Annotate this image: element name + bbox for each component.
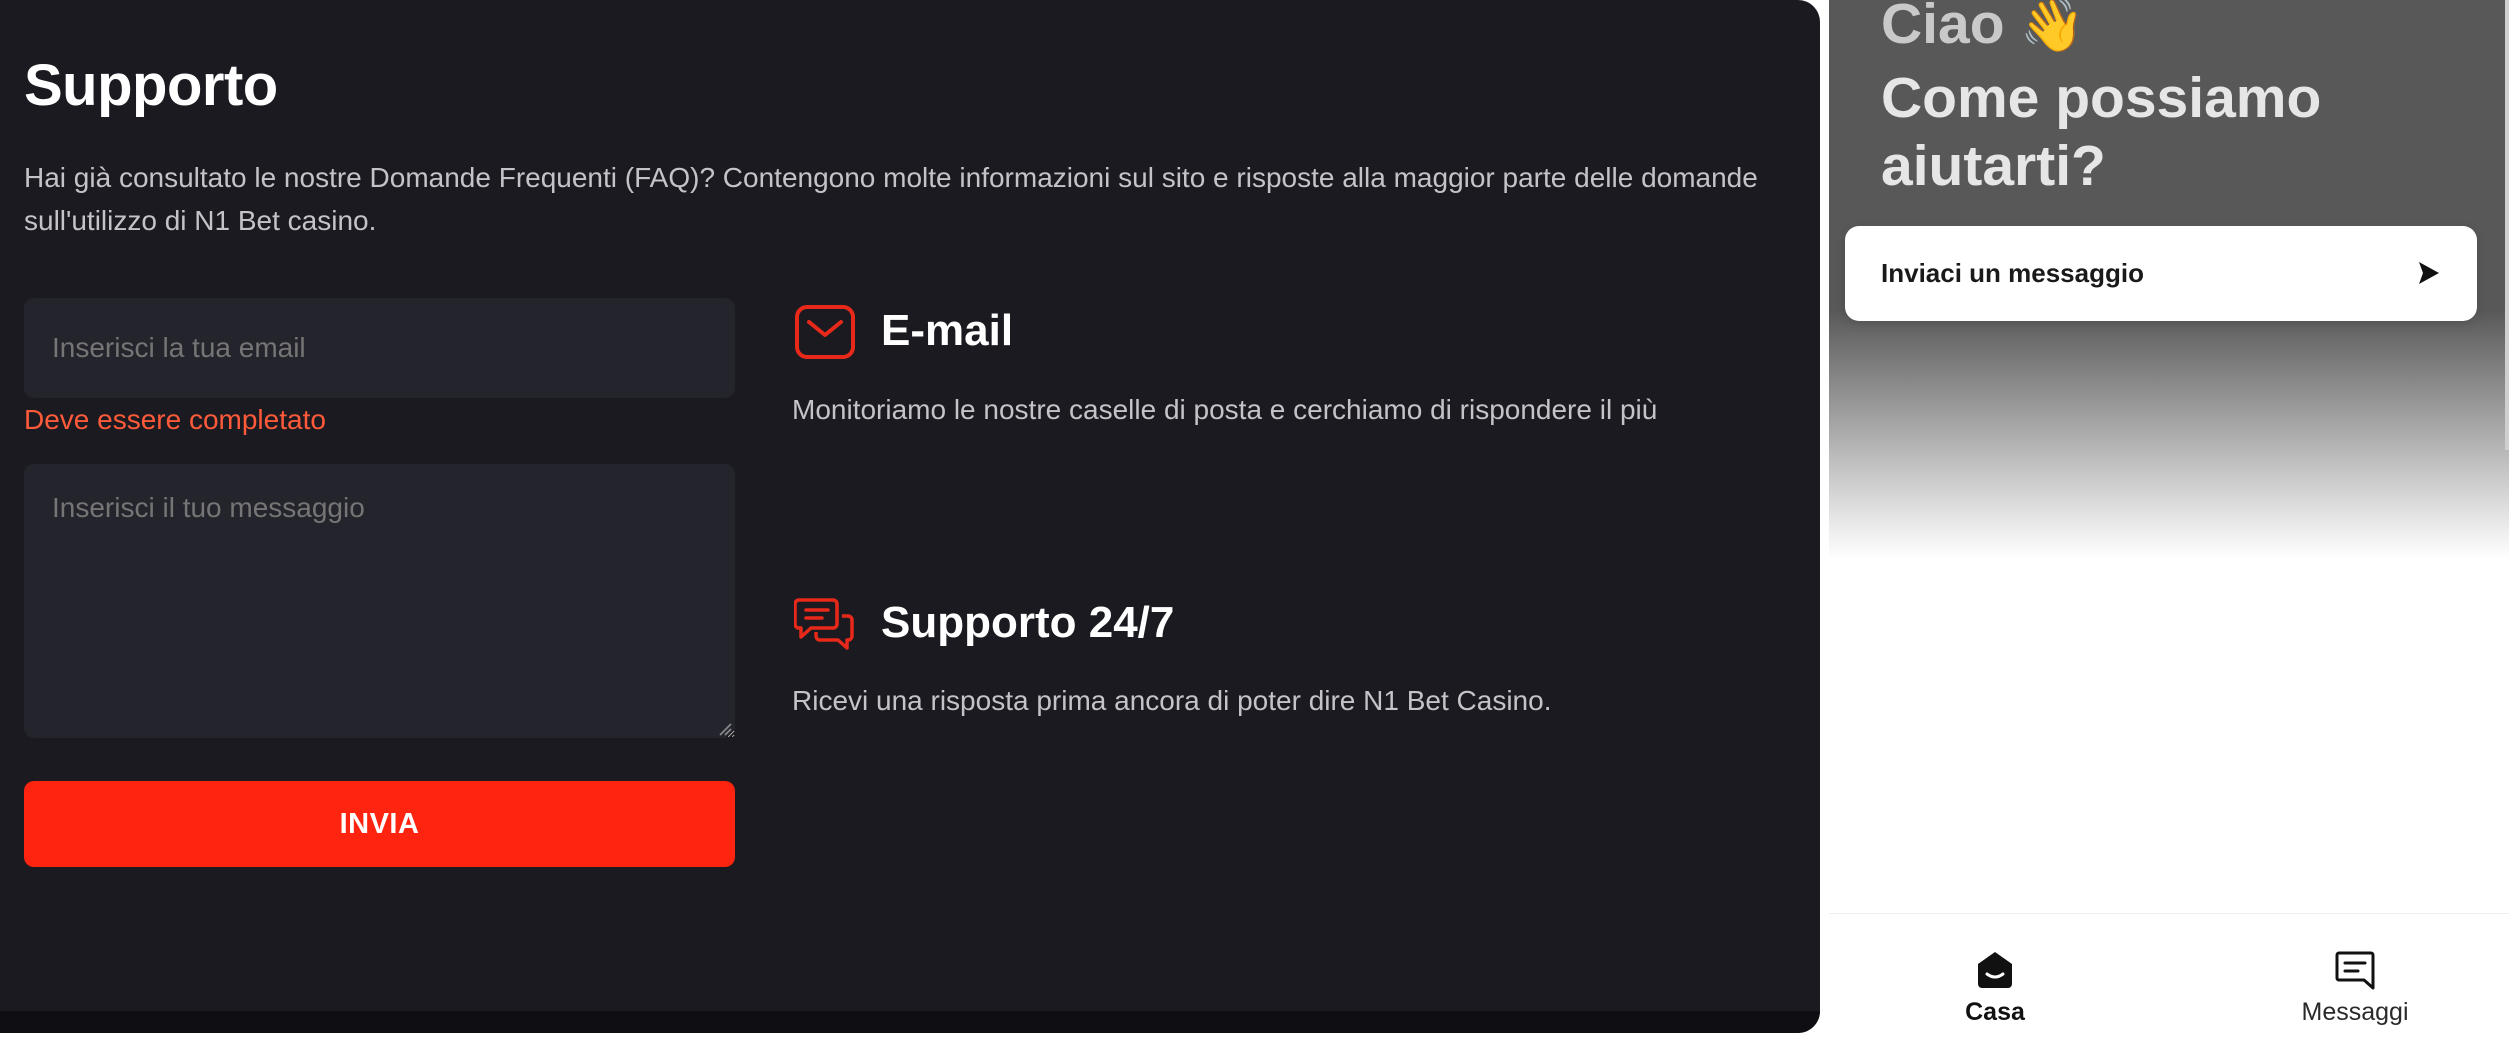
email-info-text: Monitoriamo le nostre caselle di posta e… [792, 394, 1658, 425]
nav-item-casa[interactable]: Casa [1895, 914, 2095, 1037]
email-info-title: E-mail [881, 306, 1014, 355]
nav-label-casa: Casa [1965, 998, 2025, 1026]
screen: Supporto Hai già consultato le nostre Do… [0, 0, 2509, 1037]
messages-icon [2335, 951, 2375, 990]
send-message-label: Inviaci un messaggio [1881, 258, 2144, 288]
page-title: Supporto [24, 53, 278, 118]
chat-widget: Ciao 👋 Come possiamo aiutarti? Inviaci u… [1829, 0, 2509, 1037]
widget-scrollbar[interactable] [2505, 0, 2509, 450]
send-message-card[interactable]: Inviaci un messaggio [1845, 226, 2477, 321]
support-panel: Supporto Hai già consultato le nostre Do… [0, 0, 1820, 1033]
resize-handle-icon[interactable] [718, 722, 732, 736]
home-icon [1978, 952, 2012, 988]
waving-hand-icon: 👋 [2020, 0, 2086, 55]
email-error-message: Deve essere completato [24, 404, 326, 435]
nav-label-messaggi: Messaggi [2301, 998, 2409, 1026]
widget-bottom-nav: Casa Messaggi [1829, 913, 2509, 1037]
message-textarea[interactable] [24, 464, 735, 738]
help-line-2: aiutarti? [1881, 134, 2106, 198]
widget-help-heading: Come possiamo aiutarti? [1881, 64, 2321, 200]
greeting-text: Ciao [1881, 0, 2005, 56]
panel-bottom-strip [0, 1011, 1820, 1033]
email-input[interactable] [24, 298, 735, 398]
support-247-info-text: Ricevi una risposta prima ancora di pote… [792, 685, 1552, 716]
chat-bubbles-icon [794, 598, 854, 650]
mail-icon [795, 305, 855, 359]
widget-greeting: Ciao 👋 [1881, 0, 2085, 60]
support-intro-text: Hai già consultato le nostre Domande Fre… [24, 162, 1758, 236]
support-247-info-title: Supporto 24/7 [881, 598, 1175, 647]
submit-button[interactable]: INVIA [24, 781, 735, 867]
send-arrow-icon [2419, 262, 2439, 284]
nav-item-messaggi[interactable]: Messaggi [2255, 914, 2455, 1037]
help-line-1: Come possiamo [1881, 66, 2322, 130]
